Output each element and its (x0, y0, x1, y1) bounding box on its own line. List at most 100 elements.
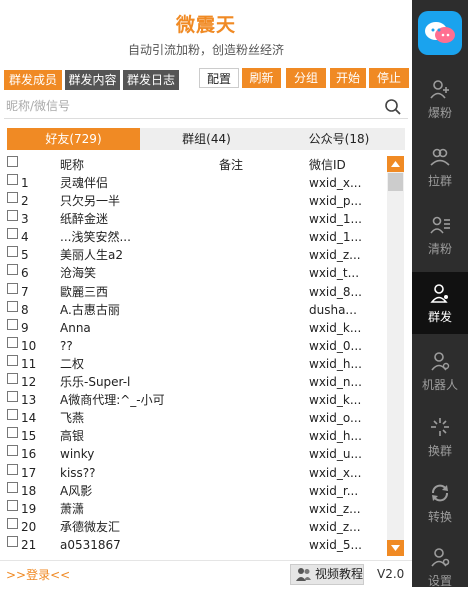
sidebar-item-mass-send[interactable]: 群发 (412, 272, 468, 334)
row-wxid: wxid_x... (309, 465, 362, 480)
table-row[interactable]: 7 歐麗三西 wxid_8... (4, 282, 408, 301)
table-row[interactable]: 13 A微商代理:^_-小可 wxid_k... (4, 391, 408, 409)
row-wxid: wxid_k... (309, 320, 362, 335)
row-wxid: wxid_1... (309, 212, 362, 227)
tab-friends[interactable]: 好友(729) (7, 128, 140, 150)
search-input[interactable] (4, 95, 374, 117)
table-row[interactable]: 2 只欠另一半 wxid_p... (4, 192, 408, 210)
row-checkbox[interactable] (7, 409, 18, 421)
login-link[interactable]: >>登录<< (6, 566, 70, 583)
row-number: 7 (21, 284, 29, 299)
table-row[interactable]: 1 灵魂伴侣 wxid_x... (4, 174, 408, 192)
row-wxid: wxid_z... (309, 519, 361, 534)
row-nickname: 二权 (60, 356, 85, 371)
scroll-thumb[interactable] (388, 173, 403, 191)
scrollbar[interactable] (387, 156, 404, 556)
row-checkbox[interactable] (7, 463, 18, 475)
row-wxid: wxid_1... (309, 230, 362, 245)
row-nickname: A风影 (60, 483, 93, 498)
table-row[interactable]: 19 萧潇 wxid_z... (4, 499, 408, 518)
table-row[interactable]: 8 A.古惠古丽 dusha... (4, 300, 408, 319)
refresh-icon (432, 484, 448, 502)
row-checkbox[interactable] (7, 282, 18, 294)
group-button[interactable]: 分组 (286, 68, 326, 88)
row-checkbox[interactable] (7, 300, 18, 312)
sidebar-item-boost-fans[interactable]: 爆粉 (412, 68, 468, 130)
scroll-down-button[interactable] (387, 540, 404, 556)
header-nickname[interactable]: 昵称 (60, 156, 210, 173)
sidebar-item-label: 转换 (427, 510, 452, 524)
tab-official-accounts[interactable]: 公众号(18) (273, 128, 405, 150)
row-checkbox[interactable] (7, 264, 18, 276)
row-wxid: wxid_x... (309, 176, 362, 190)
table-row[interactable]: 15 高银 wxid_h... (4, 427, 408, 445)
table-header: 昵称 备注 微信ID (4, 156, 408, 174)
table-row[interactable]: 16 winky wxid_u... (4, 445, 408, 463)
row-checkbox[interactable] (7, 336, 18, 348)
table-row[interactable]: 21 a0531867 wxid_5... (4, 535, 408, 554)
sidebar-item-label: 拉群 (427, 174, 452, 188)
sidebar-item-clean-fans[interactable]: 清粉 (412, 204, 468, 266)
row-checkbox[interactable] (7, 391, 18, 403)
row-checkbox[interactable] (7, 517, 18, 529)
row-checkbox[interactable] (7, 318, 18, 330)
row-checkbox[interactable] (7, 535, 18, 547)
table-row[interactable]: 10?? wxid_0... (4, 336, 408, 355)
row-checkbox[interactable] (7, 192, 18, 204)
row-wxid: wxid_u... (309, 447, 362, 462)
row-checkbox[interactable] (7, 174, 18, 185)
row-checkbox[interactable] (7, 354, 18, 366)
select-all-checkbox[interactable] (7, 156, 18, 167)
row-nickname: ...浅笑安然... (60, 230, 131, 245)
table-row[interactable]: 6 沧海笑 wxid_t... (4, 264, 408, 282)
row-checkbox[interactable] (7, 445, 18, 457)
row-checkbox[interactable] (7, 499, 18, 511)
row-checkbox[interactable] (7, 246, 18, 258)
row-number: 11 (21, 356, 37, 371)
row-nickname: 灵魂伴侣 (60, 176, 109, 190)
table-row[interactable]: 11 二权 wxid_h... (4, 354, 408, 373)
table-row[interactable]: 17 kiss?? wxid_x... (4, 463, 408, 482)
chat-bubbles-logo-icon (418, 11, 462, 55)
row-checkbox[interactable] (7, 228, 18, 240)
sidebar-item-robot[interactable]: 机器人 (412, 340, 468, 402)
sidebar-item-settings[interactable]: 设置 (412, 536, 468, 598)
row-checkbox[interactable] (7, 427, 18, 439)
row-number: 13 (21, 393, 37, 408)
row-number: 21 (21, 537, 37, 552)
stop-button[interactable]: 停止 (369, 68, 409, 88)
table-row[interactable]: 9 Anna wxid_k... (4, 318, 408, 337)
table-row[interactable]: 5 美丽人生a2 wxid_z... (4, 246, 408, 264)
table-row[interactable]: 4 ...浅笑安然... wxid_1... (4, 228, 408, 246)
sparkle-icon (431, 418, 449, 436)
row-number: 6 (21, 266, 29, 281)
tab-mass-content[interactable]: 群发内容 (65, 70, 120, 90)
sidebar-item-convert[interactable]: 转换 (412, 472, 468, 534)
users-icon (296, 568, 311, 581)
table-row[interactable]: 14 飞燕 wxid_o... (4, 409, 408, 427)
header-note[interactable]: 备注 (219, 156, 299, 173)
start-button[interactable]: 开始 (330, 68, 366, 88)
row-checkbox[interactable] (7, 373, 18, 385)
search-icon[interactable] (384, 98, 402, 116)
table-row[interactable]: 20 承德微友汇 wxid_z... (4, 517, 408, 536)
sidebar-item-swap-group[interactable]: 换群 (412, 406, 468, 468)
table-row[interactable]: 18 A风影 wxid_r... (4, 481, 408, 500)
row-number: 8 (21, 302, 29, 317)
scroll-up-button[interactable] (387, 156, 404, 172)
video-tutorial-label: 视频教程 (315, 567, 364, 581)
config-button[interactable]: 配置 (199, 68, 239, 88)
row-checkbox[interactable] (7, 481, 18, 493)
table-row[interactable]: 12 乐乐-Super-l wxid_n... (4, 373, 408, 391)
refresh-button[interactable]: 刷新 (242, 68, 281, 88)
table-row[interactable]: 3 纸醉金迷 wxid_1... (4, 210, 408, 228)
row-wxid: wxid_o... (309, 411, 362, 426)
row-checkbox[interactable] (7, 210, 18, 222)
header-wxid[interactable]: 微信ID (309, 156, 384, 173)
tab-mass-log[interactable]: 群发日志 (123, 70, 179, 90)
video-tutorial-button[interactable]: 视频教程 (290, 564, 364, 585)
row-nickname: 只欠另一半 (60, 194, 121, 209)
tab-mass-members[interactable]: 群发成员 (4, 70, 62, 90)
sidebar-item-pull-group[interactable]: 拉群 (412, 136, 468, 198)
tab-groups[interactable]: 群组(44) (140, 128, 273, 150)
